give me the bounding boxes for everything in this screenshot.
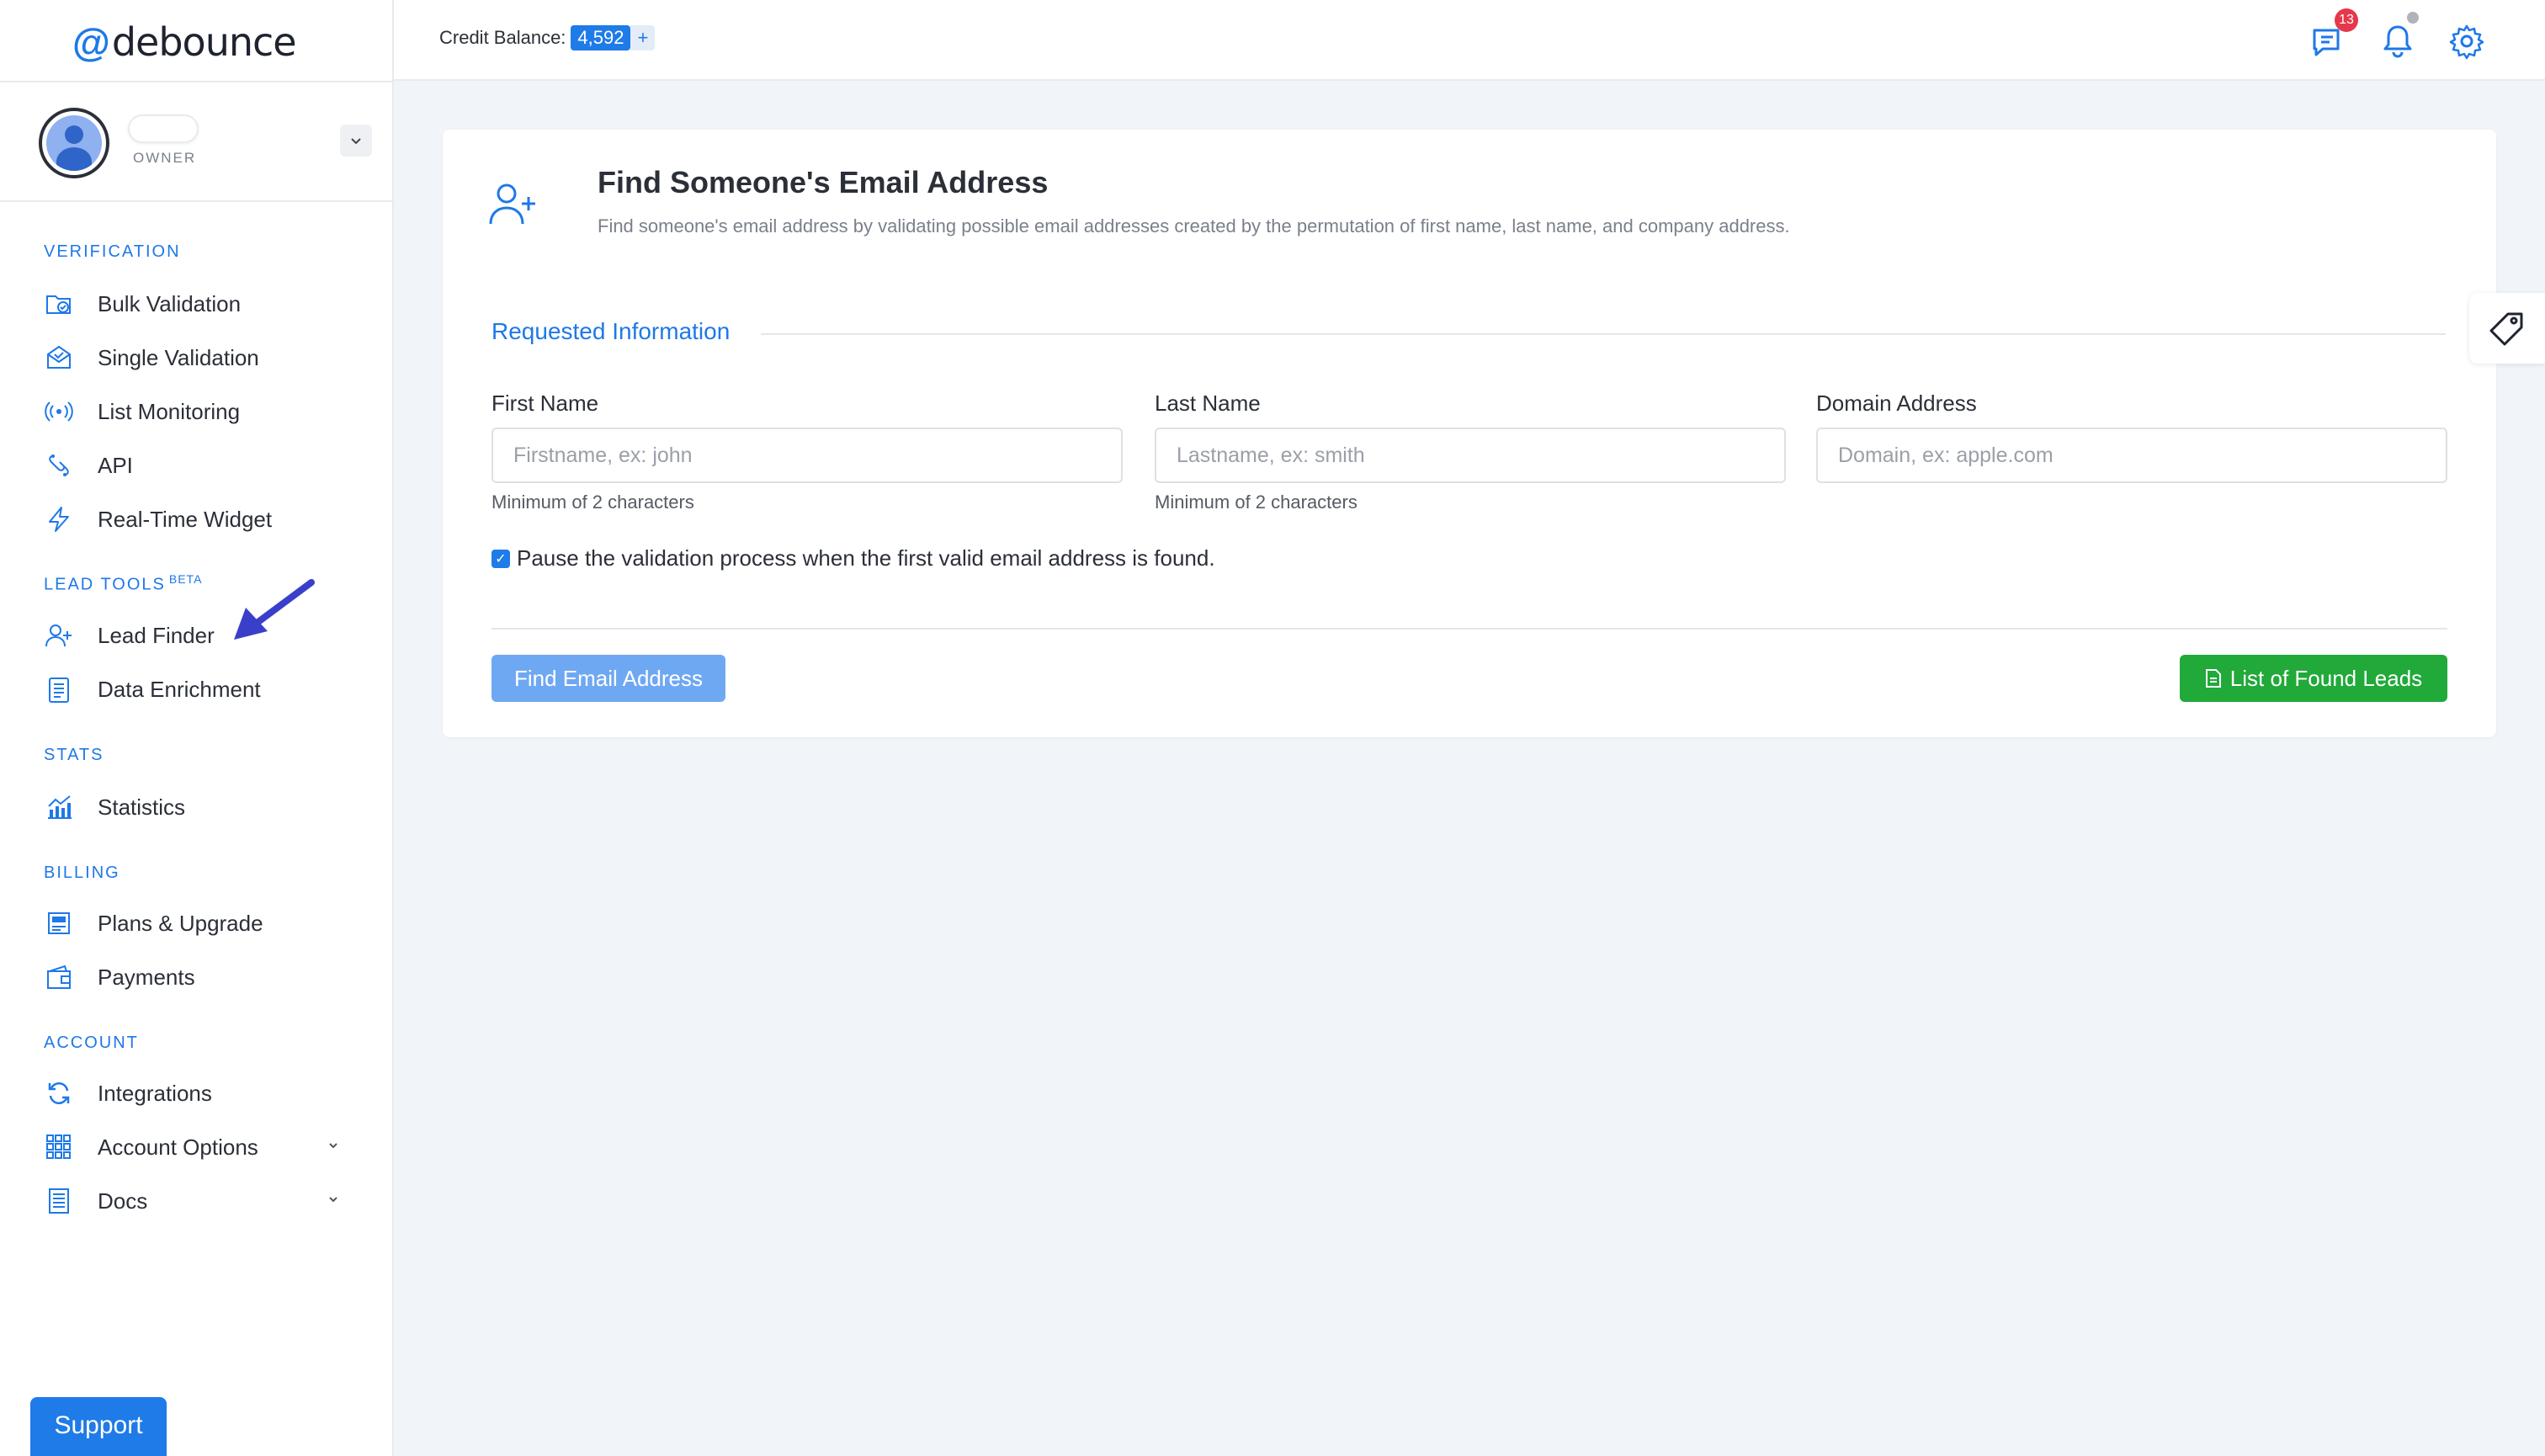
chevron-down-icon[interactable] — [327, 1139, 340, 1156]
sidebar-item-data-enrichment[interactable]: Data Enrichment — [42, 668, 379, 710]
sidebar-item-label: Real-Time Widget — [98, 506, 273, 532]
messages-badge: 13 — [2335, 8, 2358, 32]
section-divider — [761, 333, 2446, 335]
list-found-leads-label: List of Found Leads — [2229, 665, 2423, 691]
form-divider — [491, 628, 2447, 630]
lightning-icon — [42, 502, 76, 536]
sidebar-item-plans-upgrade[interactable]: Plans & Upgrade — [42, 902, 379, 944]
sidebar-item-real-time-widget[interactable]: Real-Time Widget — [42, 498, 379, 540]
gear-icon — [2449, 24, 2484, 60]
sidebar-item-integrations[interactable]: Integrations — [42, 1072, 379, 1114]
page-description: Find someone's email address by validati… — [598, 215, 1790, 236]
tag-icon — [2489, 312, 2523, 346]
bell-icon — [2383, 25, 2412, 58]
pause-label: Pause the validation process when the fi… — [517, 545, 1215, 571]
avatar[interactable] — [39, 108, 109, 178]
sidebar-item-label: API — [98, 452, 133, 478]
sidebar-item-label: Payments — [98, 964, 195, 990]
credit-value: 4,592 — [571, 25, 631, 50]
lead-finder-card: Find Someone's Email Address Find someon… — [443, 130, 2496, 737]
credit-label: Credit Balance: — [439, 27, 566, 48]
messages-button[interactable]: 13 — [2306, 8, 2358, 64]
section-title: Requested Information — [491, 318, 731, 344]
nav-section-label: LEAD TOOLS — [44, 575, 166, 594]
profile-role: OWNER — [133, 150, 197, 166]
profile-dropdown-button[interactable] — [340, 125, 372, 157]
sidebar-item-label: Integrations — [98, 1080, 212, 1106]
sidebar-item-api[interactable]: API — [42, 444, 379, 486]
nav-section-verification: VERIFICATION — [44, 242, 181, 261]
chevron-down-icon — [351, 138, 361, 145]
last-name-input[interactable] — [1155, 428, 1786, 483]
page-title: Find Someone's Email Address — [598, 165, 1049, 199]
logo[interactable]: @ debounce — [72, 19, 297, 66]
chart-icon — [42, 790, 76, 824]
api-icon — [42, 449, 76, 482]
support-button[interactable]: Support — [30, 1397, 167, 1456]
sidebar-item-label: Account Options — [98, 1134, 258, 1160]
list-found-leads-button[interactable]: List of Found Leads — [2180, 655, 2447, 702]
beta-badge: BETA — [168, 572, 203, 586]
user-plus-icon — [42, 619, 76, 652]
plans-icon — [42, 906, 76, 940]
sidebar-item-label: List Monitoring — [98, 398, 241, 424]
annotation-arrow-icon — [234, 579, 315, 640]
sidebar-item-single-validation[interactable]: Single Validation — [42, 337, 379, 379]
grid-icon — [42, 1130, 76, 1164]
pause-checkbox[interactable]: ✓ — [491, 549, 510, 568]
topbar: Credit Balance: 4,592 + 13 — [394, 0, 2545, 81]
logo-text: debounce — [111, 19, 297, 65]
avatar-icon — [46, 115, 102, 171]
pause-option[interactable]: ✓ Pause the validation process when the … — [491, 545, 1215, 571]
wallet-icon — [42, 960, 76, 994]
sidebar-item-lead-finder[interactable]: Lead Finder — [42, 614, 379, 656]
sidebar-item-bulk-validation[interactable]: Bulk Validation — [42, 283, 379, 325]
add-credits-button[interactable]: + — [630, 25, 656, 50]
sidebar-item-docs[interactable]: Docs — [42, 1180, 379, 1222]
first-name-hint: Minimum of 2 characters — [491, 492, 694, 513]
sidebar-item-payments[interactable]: Payments — [42, 956, 379, 998]
clipboard-icon — [42, 672, 76, 706]
first-name-label: First Name — [491, 391, 599, 416]
sidebar-item-label: Data Enrichment — [98, 676, 261, 702]
domain-label: Domain Address — [1816, 391, 1977, 416]
logo-at-icon: @ — [72, 20, 110, 64]
sidebar-item-label: Plans & Upgrade — [98, 910, 263, 936]
last-name-label: Last Name — [1155, 391, 1261, 416]
sidebar-item-statistics[interactable]: Statistics — [42, 786, 379, 828]
nav-section-account: ACCOUNT — [44, 1034, 139, 1052]
settings-button[interactable] — [2444, 19, 2489, 64]
sidebar-item-list-monitoring[interactable]: List Monitoring — [42, 391, 379, 433]
document-icon — [42, 1184, 76, 1218]
chevron-down-icon[interactable] — [327, 1193, 340, 1210]
envelope-check-icon — [42, 341, 76, 375]
domain-input[interactable] — [1816, 428, 2447, 483]
broadcast-icon — [42, 395, 76, 428]
credit-balance: Credit Balance: 4,592 + — [439, 25, 656, 50]
sidebar-item-label: Docs — [98, 1188, 148, 1214]
notifications-button[interactable] — [2375, 12, 2420, 64]
find-email-button[interactable]: Find Email Address — [491, 655, 725, 702]
user-plus-icon — [488, 180, 539, 231]
last-name-hint: Minimum of 2 characters — [1155, 492, 1358, 513]
sidebar-item-label: Bulk Validation — [98, 290, 242, 316]
sidebar-item-label: Single Validation — [98, 344, 259, 370]
sidebar-item-label: Lead Finder — [98, 622, 215, 648]
nav-section-stats: STATS — [44, 746, 104, 764]
sidebar-item-account-options[interactable]: Account Options — [42, 1126, 379, 1168]
nav-section-lead-tools: LEAD TOOLS BETA — [44, 572, 202, 595]
folder-check-icon — [42, 287, 76, 321]
profile-name-pill[interactable] — [128, 114, 199, 143]
sidebar: @ debounce OWNER VERIFICATION Bulk Valid… — [0, 0, 394, 1456]
nav-section-billing: BILLING — [44, 864, 120, 882]
refresh-icon — [42, 1076, 76, 1110]
first-name-input[interactable] — [491, 428, 1123, 483]
notification-dot — [2407, 12, 2419, 24]
document-icon — [2205, 669, 2221, 688]
profile-panel: OWNER — [0, 81, 392, 202]
tag-tab-button[interactable] — [2469, 293, 2545, 364]
sidebar-item-label: Statistics — [98, 794, 186, 820]
